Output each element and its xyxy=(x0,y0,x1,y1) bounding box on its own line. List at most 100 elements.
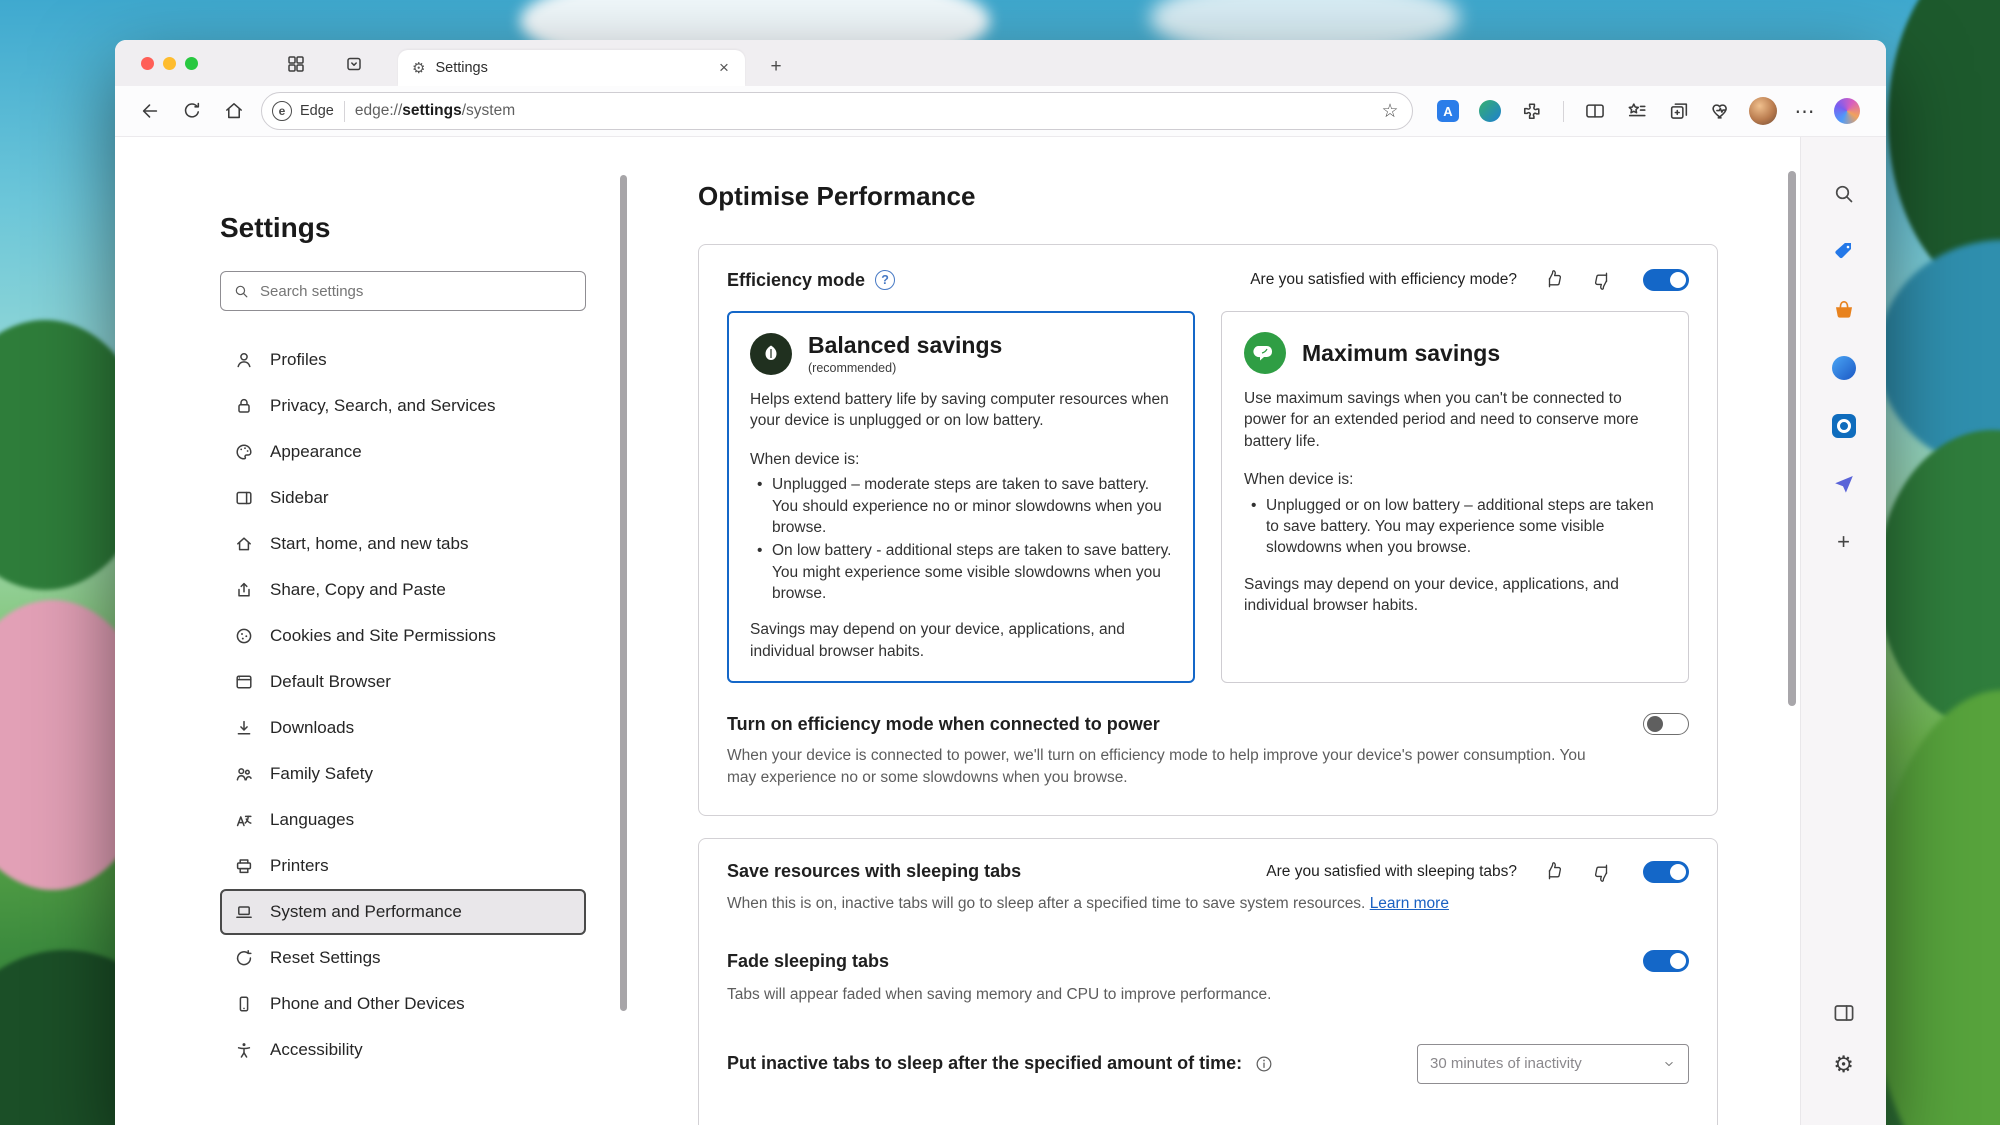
sidebar-settings-button[interactable]: ⚙ xyxy=(1830,1052,1858,1078)
plugged-in-toggle[interactable] xyxy=(1643,713,1689,735)
sidebar-item-accessibility[interactable]: Accessibility xyxy=(220,1027,586,1073)
family-icon xyxy=(234,764,254,784)
recommended-badge: (recommended) xyxy=(808,361,1002,375)
share-icon xyxy=(234,580,254,600)
tab-close-icon[interactable]: × xyxy=(713,57,735,79)
sleep-timeout-value: 30 minutes of inactivity xyxy=(1430,1055,1662,1072)
thumbs-down-icon xyxy=(1592,862,1612,882)
zoom-window-button[interactable] xyxy=(185,57,198,70)
maximum-savings-option[interactable]: Maximum savings Use maximum savings when… xyxy=(1221,311,1689,683)
profile-button[interactable] xyxy=(1742,92,1784,130)
sidebar-item-sidebar[interactable]: Sidebar xyxy=(220,475,586,521)
sidebar-item-appearance[interactable]: Appearance xyxy=(220,429,586,475)
sidebar-shopping-button[interactable] xyxy=(1830,239,1858,265)
learn-more-link[interactable]: Learn more xyxy=(1370,895,1449,912)
help-icon[interactable]: ? xyxy=(875,270,895,290)
sidebar-scrollbar-thumb[interactable] xyxy=(620,175,627,1011)
back-button[interactable] xyxy=(129,92,171,130)
translate-button[interactable]: A xyxy=(1427,92,1469,130)
split-screen-button[interactable] xyxy=(1574,92,1616,130)
settings-search-box[interactable] xyxy=(220,271,586,311)
maximum-savings-intro: Use maximum savings when you can't be co… xyxy=(1244,388,1666,452)
sidebar-item-reset-settings[interactable]: Reset Settings xyxy=(220,935,586,981)
site-info-icon[interactable]: e xyxy=(272,101,292,121)
heart-pulse-icon xyxy=(1710,100,1732,122)
desktop: ⚙ Settings × + e Edge edge://settings/sy… xyxy=(0,0,2000,1125)
thumbs-down-button[interactable] xyxy=(1591,269,1613,291)
sidebar-item-downloads[interactable]: Downloads xyxy=(220,705,586,751)
fade-sleeping-tabs-row: Fade sleeping tabs xyxy=(727,950,1689,972)
minimize-window-button[interactable] xyxy=(163,57,176,70)
when-device-label: When device is: xyxy=(750,449,1172,470)
sleeping-tabs-toggle[interactable] xyxy=(1643,861,1689,883)
sleep-timeout-label: Put inactive tabs to sleep after the spe… xyxy=(727,1053,1242,1074)
address-bar-divider xyxy=(344,101,345,122)
content-scrollbar-thumb[interactable] xyxy=(1788,171,1796,706)
tab-actions-button[interactable] xyxy=(343,53,365,75)
sidebar-item-cookies-permissions[interactable]: Cookies and Site Permissions xyxy=(220,613,586,659)
translate-icon: A xyxy=(1437,100,1459,122)
edge-sidebar-rail: + ⚙ xyxy=(1800,137,1886,1125)
sidebar-item-languages[interactable]: Languages xyxy=(220,797,586,843)
balanced-savings-option[interactable]: Balanced savings (recommended) Helps ext… xyxy=(727,311,1195,683)
reset-icon xyxy=(234,948,254,968)
address-bar[interactable]: e Edge edge://settings/system ☆ xyxy=(261,92,1413,130)
sidebar-item-privacy[interactable]: Privacy, Search, and Services xyxy=(220,383,586,429)
home-button[interactable] xyxy=(213,92,255,130)
sidebar-scrollbar xyxy=(620,137,630,1125)
url-text: edge://settings/system xyxy=(355,102,515,120)
sidebar-item-phone-devices[interactable]: Phone and Other Devices xyxy=(220,981,586,1027)
more-menu-button[interactable]: ⋯ xyxy=(1784,92,1826,130)
sidebar-item-start-home-tabs[interactable]: Start, home, and new tabs xyxy=(220,521,586,567)
sidebar-outlook-button[interactable] xyxy=(1830,413,1858,439)
sidebar-drop-button[interactable] xyxy=(1830,471,1858,497)
add-favorite-star-icon[interactable]: ☆ xyxy=(1374,96,1406,126)
outlook-icon xyxy=(1832,414,1856,438)
bullet-item: Unplugged – moderate steps are taken to … xyxy=(750,474,1172,538)
sidebar-item-default-browser[interactable]: Default Browser xyxy=(220,659,586,705)
workspaces-icon xyxy=(286,54,306,74)
sidebar-m365-button[interactable] xyxy=(1830,355,1858,381)
favorites-button[interactable] xyxy=(1616,92,1658,130)
profiles-icon xyxy=(234,350,254,370)
sidebar-search-button[interactable] xyxy=(1830,181,1858,207)
sidebar-add-button[interactable]: + xyxy=(1830,529,1858,555)
laptop-icon xyxy=(234,902,254,922)
sidebar-item-share-copy-paste[interactable]: Share, Copy and Paste xyxy=(220,567,586,613)
tab-settings[interactable]: ⚙ Settings × xyxy=(398,50,745,86)
extension-button[interactable] xyxy=(1469,92,1511,130)
paper-plane-icon xyxy=(1832,472,1856,496)
settings-search-input[interactable] xyxy=(260,283,573,300)
new-tab-button[interactable]: + xyxy=(763,54,789,80)
collections-button[interactable] xyxy=(1658,92,1700,130)
cookie-icon xyxy=(234,626,254,646)
sidebar-item-family-safety[interactable]: Family Safety xyxy=(220,751,586,797)
thumbs-down-button[interactable] xyxy=(1591,861,1613,883)
sidebar-games-button[interactable] xyxy=(1830,297,1858,323)
fade-sleeping-tabs-toggle[interactable] xyxy=(1643,950,1689,972)
sidebar-item-printers[interactable]: Printers xyxy=(220,843,586,889)
browser-essentials-button[interactable] xyxy=(1700,92,1742,130)
sidebar-item-profiles[interactable]: Profiles xyxy=(220,337,586,383)
sidebar-panel-toggle-button[interactable] xyxy=(1830,1000,1858,1026)
palette-icon xyxy=(234,442,254,462)
favorites-star-list-icon xyxy=(1626,100,1648,122)
refresh-button[interactable] xyxy=(171,92,213,130)
efficiency-mode-toggle[interactable] xyxy=(1643,269,1689,291)
copilot-button[interactable] xyxy=(1826,92,1868,130)
thumbs-up-button[interactable] xyxy=(1543,861,1565,883)
home-icon xyxy=(223,100,245,122)
sleeping-tabs-label: Save resources with sleeping tabs xyxy=(727,861,1021,882)
plugged-in-description: When your device is connected to power, … xyxy=(727,745,1597,788)
fade-sleeping-tabs-description: Tabs will appear faded when saving memor… xyxy=(727,984,1597,1006)
sidebar-item-system-performance[interactable]: System and Performance xyxy=(220,889,586,935)
plugged-in-row: Turn on efficiency mode when connected t… xyxy=(727,713,1689,735)
info-icon[interactable] xyxy=(1254,1054,1274,1074)
close-window-button[interactable] xyxy=(141,57,154,70)
extensions-menu-button[interactable] xyxy=(1511,92,1553,130)
sleep-timeout-select[interactable]: 30 minutes of inactivity xyxy=(1417,1044,1689,1084)
workspaces-button[interactable] xyxy=(285,53,307,75)
thumbs-up-button[interactable] xyxy=(1543,269,1565,291)
content-area: Settings Profiles Privacy, Search, and S… xyxy=(115,137,1886,1125)
window-controls xyxy=(141,57,198,70)
